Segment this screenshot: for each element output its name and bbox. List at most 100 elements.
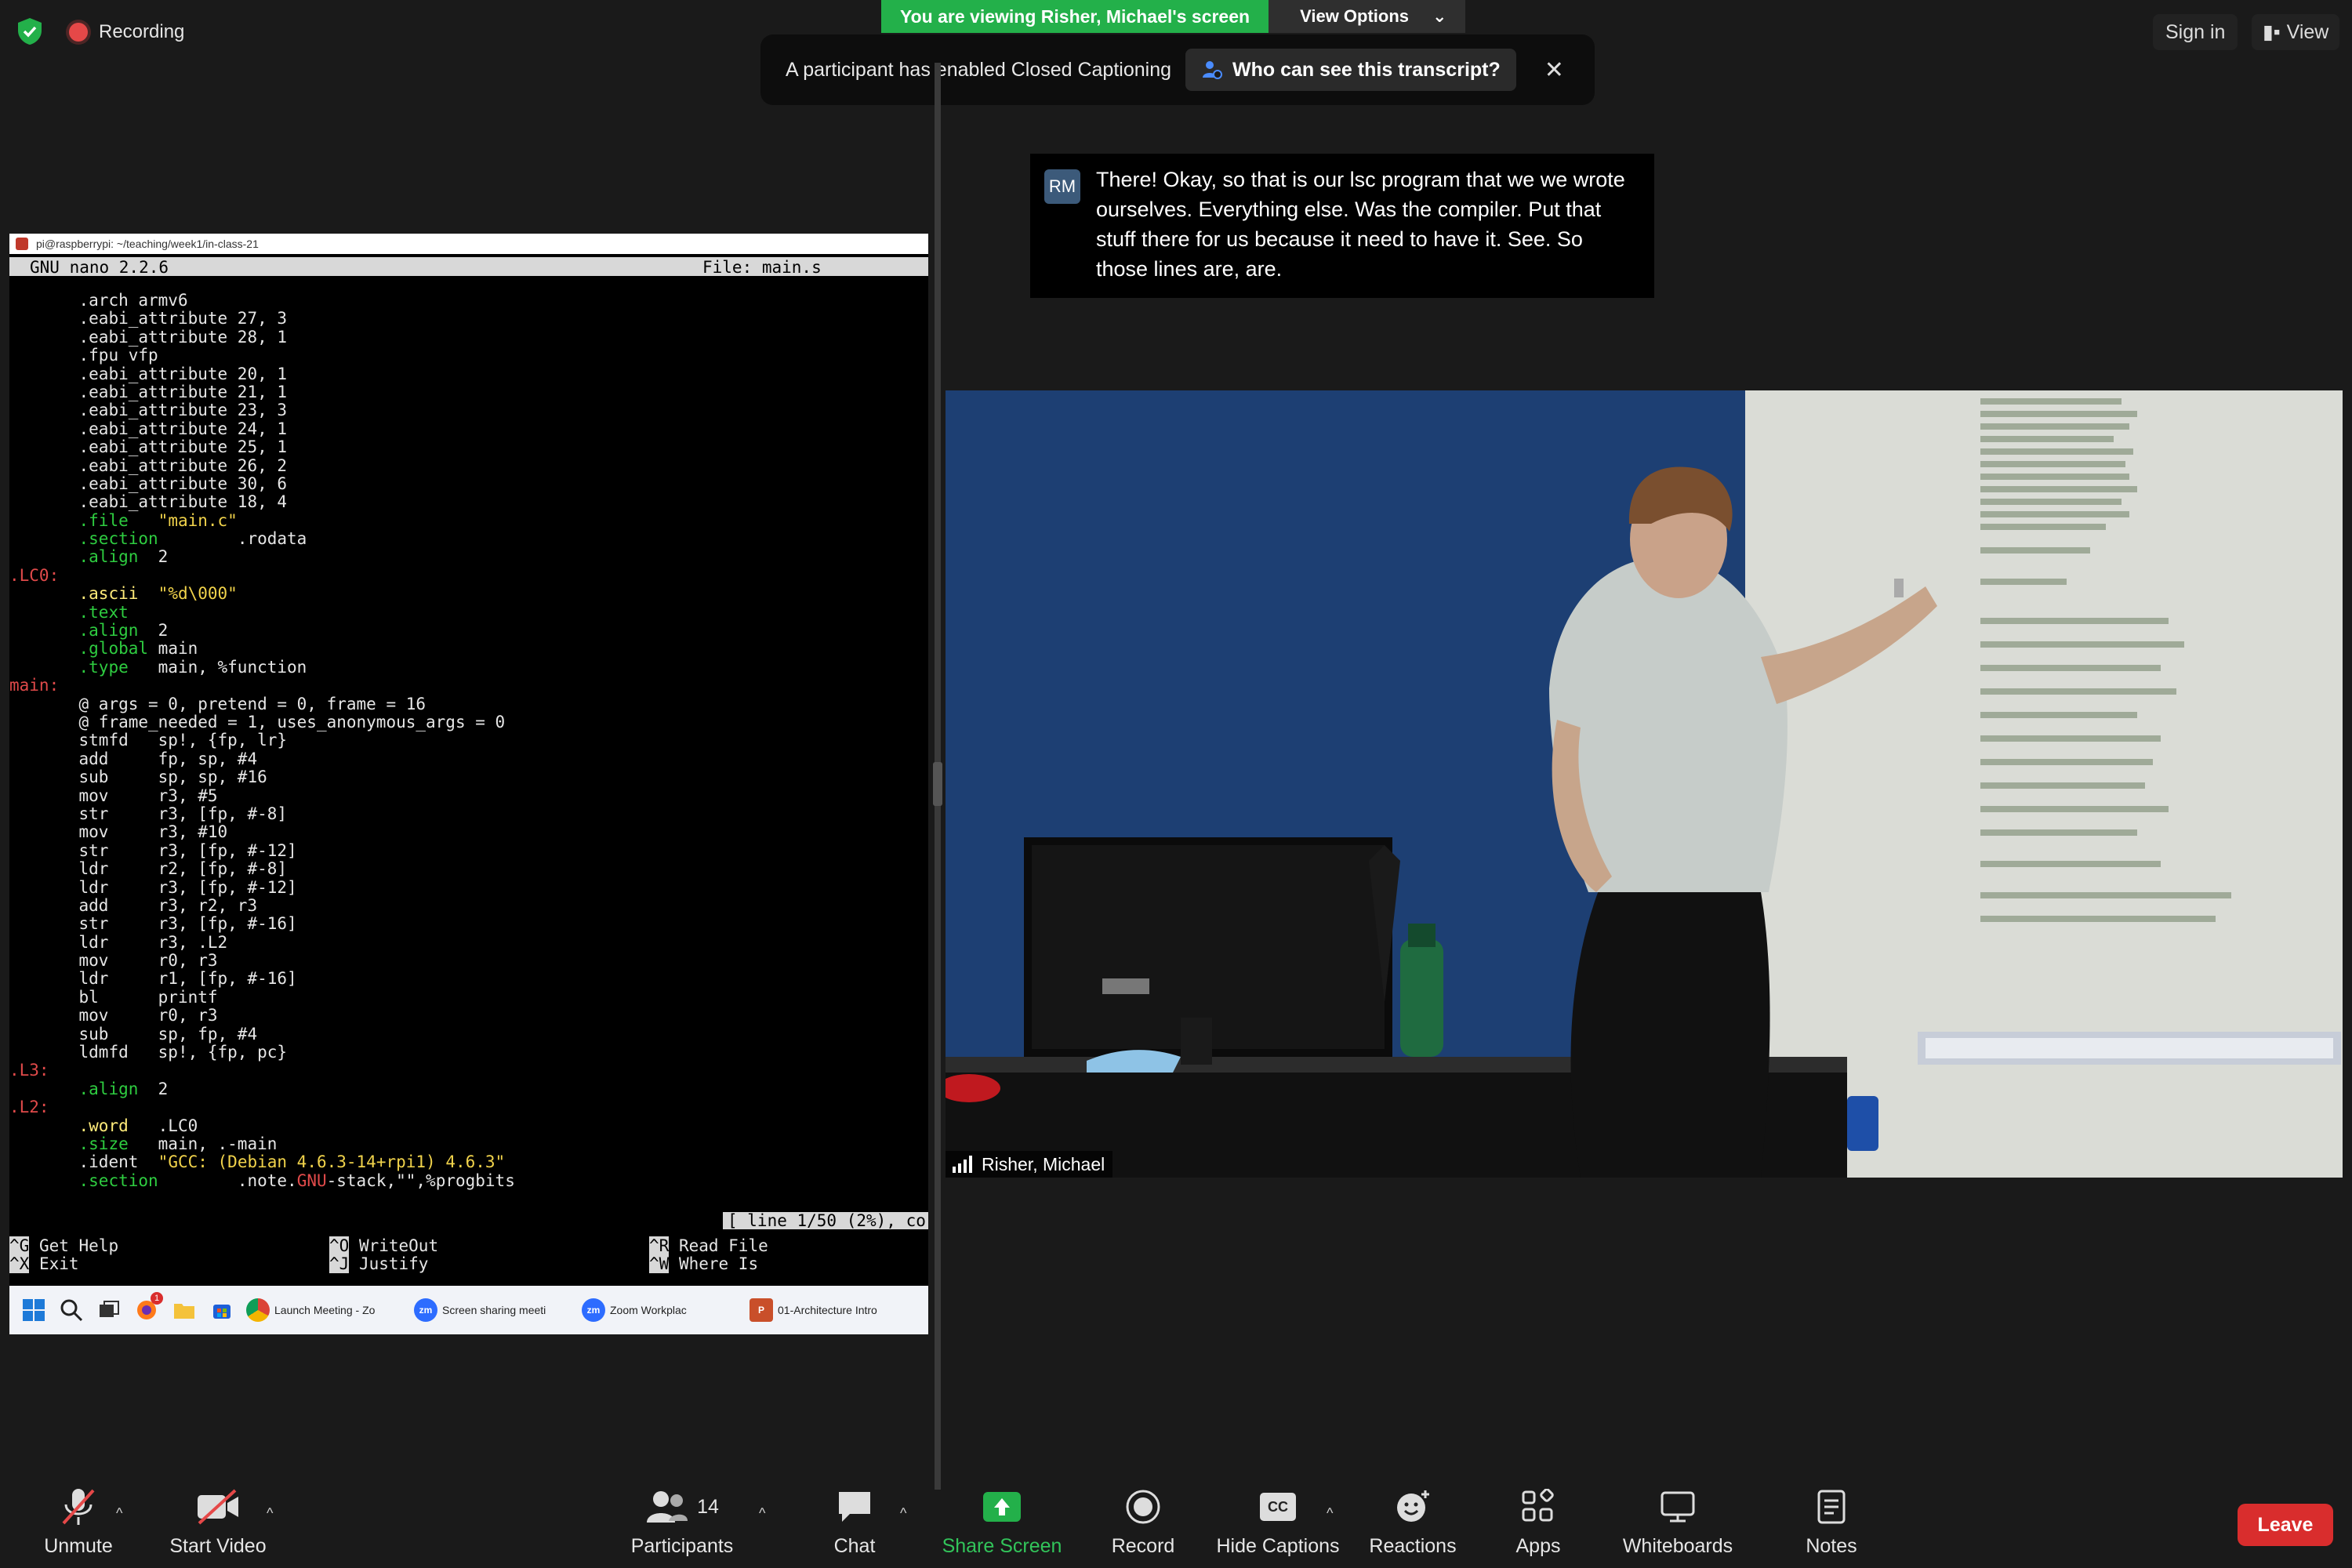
code-token: .eabi_attribute 21, 1: [78, 382, 288, 401]
who-can-see-label: Who can see this transcript?: [1232, 58, 1501, 81]
terminal-window[interactable]: GNU nano 2.2.6 File: main.s .arch armv6 …: [9, 254, 928, 1286]
code-token: .align: [78, 1079, 139, 1098]
terminal-app-icon: [16, 238, 28, 250]
who-can-see-transcript-button[interactable]: Who can see this transcript?: [1185, 49, 1516, 91]
person-info-icon: [1203, 61, 1223, 79]
code-line: add r3, r2, r3: [9, 896, 928, 915]
code-editor[interactable]: .arch armv6 .eabi_attribute 27, 3 .eabi_…: [9, 291, 928, 1190]
security-shield-icon[interactable]: [14, 16, 45, 47]
code-line: .align 2: [9, 548, 928, 566]
sign-in-button[interactable]: Sign in: [2153, 14, 2238, 50]
code-token: .global: [78, 639, 149, 659]
recording-indicator[interactable]: Recording: [69, 19, 184, 45]
taskbar-app[interactable]: P 01-Architecture Intro: [750, 1298, 906, 1322]
nano-shortcut: ^J Justify: [329, 1254, 429, 1273]
view-button[interactable]: ▮▪ View: [2252, 14, 2340, 50]
reactions-label: Reactions: [1369, 1535, 1457, 1557]
notes-icon: [1817, 1490, 1846, 1524]
code-token: sub sp, sp, #16: [78, 768, 267, 787]
apps-icon: [1522, 1489, 1554, 1522]
code-token: .note.: [158, 1171, 297, 1190]
divider-drag-handle[interactable]: [933, 762, 942, 806]
share-screen-button[interactable]: Share Screen: [924, 1483, 1080, 1566]
code-token: .eabi_attribute 18, 4: [78, 492, 288, 512]
apps-button[interactable]: Apps: [1460, 1483, 1617, 1566]
video-options-caret-icon[interactable]: ^: [267, 1505, 273, 1522]
participants-button[interactable]: 14 Participants: [604, 1483, 760, 1566]
participant-video[interactable]: Risher, Michael: [946, 390, 2343, 1178]
start-video-button[interactable]: Start Video: [140, 1483, 296, 1566]
whiteboards-button[interactable]: Whiteboards: [1599, 1483, 1756, 1566]
view-options-button[interactable]: View Options ⌄: [1269, 0, 1466, 33]
participants-options-caret-icon[interactable]: ^: [759, 1505, 765, 1522]
code-line: .align 2: [9, 621, 928, 641]
leave-button[interactable]: Leave: [2238, 1504, 2333, 1546]
taskbar-app[interactable]: zm Zoom Workplac: [582, 1298, 739, 1322]
file-explorer-icon[interactable]: [171, 1297, 198, 1323]
code-token: .eabi_attribute 30, 6: [78, 474, 288, 493]
record-button[interactable]: Record: [1065, 1483, 1221, 1566]
code-line: .file "main.c": [9, 511, 928, 530]
code-line: .section .rodata: [9, 529, 928, 548]
audio-options-caret-icon[interactable]: ^: [116, 1505, 122, 1522]
captions-options-caret-icon[interactable]: ^: [1327, 1505, 1333, 1522]
participants-label: Participants: [630, 1535, 734, 1557]
participant-name: Risher, Michael: [982, 1154, 1105, 1174]
code-token: .word: [78, 1116, 129, 1135]
record-icon: [1126, 1490, 1160, 1524]
code-token: .align: [78, 547, 139, 567]
code-line: add fp, sp, #4: [9, 750, 928, 768]
view-label: View: [2286, 21, 2329, 43]
close-icon[interactable]: ✕: [1544, 56, 1564, 84]
code-token: "%d\000": [158, 584, 238, 604]
shortcut-key: ^W: [649, 1254, 670, 1273]
task-view-icon[interactable]: [96, 1297, 122, 1323]
code-line: main:: [9, 677, 928, 695]
code-token: ldr r3, [fp, #-12]: [78, 877, 297, 897]
chat-button[interactable]: Chat: [776, 1483, 933, 1566]
code-token: .section: [78, 1171, 158, 1190]
hide-captions-button[interactable]: CC Hide Captions: [1200, 1483, 1356, 1566]
firefox-icon[interactable]: 1: [133, 1292, 163, 1323]
code-line: mov r0, r3: [9, 1007, 928, 1025]
nano-shortcut: ^X Exit: [9, 1254, 79, 1273]
windows-start-icon[interactable]: [20, 1297, 47, 1323]
start-video-label: Start Video: [169, 1535, 267, 1557]
taskbar-apps: Launch Meeting - Zo zm Screen sharing meet…: [246, 1298, 906, 1322]
code-token: ldr r1, [fp, #-16]: [78, 969, 297, 989]
chat-options-caret-icon[interactable]: ^: [900, 1505, 906, 1522]
taskbar-app[interactable]: Launch Meeting - Zo: [246, 1298, 403, 1322]
share-screen-icon: [983, 1492, 1021, 1522]
code-token: @ args = 0, pretend = 0, frame = 16: [78, 694, 426, 713]
code-line: ldr r3, [fp, #-12]: [9, 877, 928, 897]
code-token: bl printf: [78, 987, 218, 1007]
code-token: .arch armv6: [78, 291, 188, 310]
code-token: 2: [138, 621, 169, 641]
code-line: .arch armv6: [9, 291, 928, 310]
code-token: .text: [78, 602, 129, 622]
store-icon[interactable]: [209, 1297, 235, 1323]
code-token: "GCC: (Debian 4.6.3-14+rpi1) 4.6.3": [158, 1152, 506, 1172]
recording-label: Recording: [99, 21, 185, 42]
taskbar-app[interactable]: zm Screen sharing meeti: [414, 1298, 571, 1322]
taskbar-app-label: Screen sharing meeti: [442, 1304, 546, 1316]
video-scene: [946, 390, 2343, 1178]
code-token: .type: [78, 657, 129, 677]
code-line: .L2:: [9, 1098, 928, 1116]
shortcut-label: WriteOut: [358, 1236, 439, 1255]
unmute-button[interactable]: Unmute: [0, 1483, 157, 1566]
search-icon[interactable]: [58, 1297, 85, 1323]
shortcut-label: Justify: [358, 1254, 429, 1273]
notes-button[interactable]: Notes: [1753, 1483, 1910, 1566]
code-token: .L2:: [9, 1098, 49, 1117]
